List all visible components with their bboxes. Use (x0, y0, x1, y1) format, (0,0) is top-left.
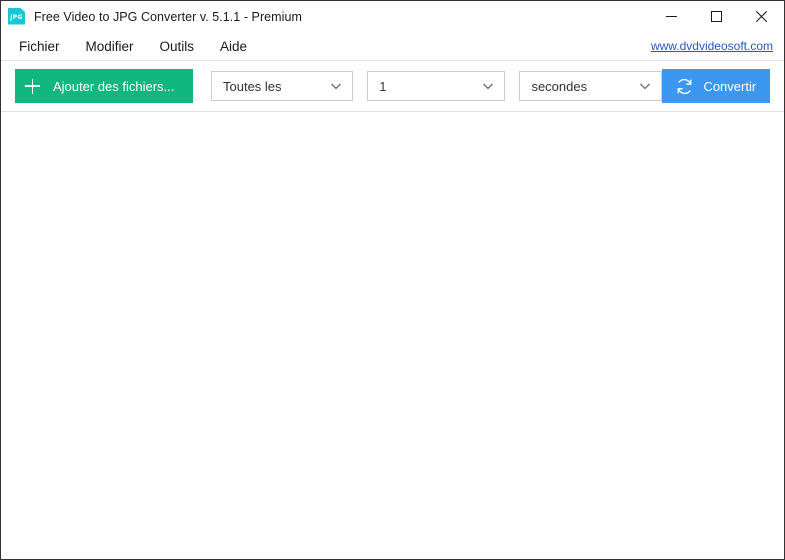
maximize-button[interactable] (694, 1, 739, 32)
title-bar: JPG Free Video to JPG Converter v. 5.1.1… (1, 1, 784, 32)
interval-value: 1 (379, 78, 387, 94)
chevron-down-icon (331, 83, 342, 90)
minimize-icon (666, 16, 677, 17)
menu-item-modifier[interactable]: Modifier (73, 33, 147, 59)
add-files-button-label: Ajouter des fichiers... (53, 78, 175, 94)
chevron-down-icon (639, 83, 650, 90)
toolbar: Ajouter des fichiers... Toutes les 1 sec… (1, 61, 784, 112)
app-icon-label: JPG (10, 13, 23, 21)
convert-button[interactable]: Convertir (661, 69, 770, 103)
interval-unit-select[interactable]: secondes (519, 71, 662, 101)
menu-item-label: Outils (159, 38, 195, 54)
add-files-button[interactable]: Ajouter des fichiers... (15, 69, 193, 103)
maximize-icon (711, 11, 722, 22)
menu-item-aide[interactable]: Aide (207, 33, 260, 59)
menu-item-label: Aide (220, 38, 248, 54)
plus-icon (15, 69, 49, 103)
window-controls (649, 1, 784, 32)
menu-item-label: Fichier (19, 38, 60, 54)
close-button[interactable] (739, 1, 784, 32)
menu-item-label: Modifier (85, 38, 134, 54)
close-icon (756, 11, 767, 22)
menu-bar: Fichier Modifier Outils Aide www.dvdvide… (1, 32, 784, 61)
application-window: JPG Free Video to JPG Converter v. 5.1.1… (0, 0, 785, 560)
menu-item-outils[interactable]: Outils (147, 33, 208, 59)
extraction-mode-select[interactable]: Toutes les (211, 71, 354, 101)
website-link[interactable]: www.dvdvideosoft.com (651, 39, 773, 53)
convert-arrows-icon (678, 78, 692, 94)
minimize-button[interactable] (649, 1, 694, 32)
convert-button-label: Convertir (703, 78, 757, 94)
app-jpg-icon: JPG (8, 7, 26, 26)
file-list-area[interactable] (1, 112, 784, 559)
extraction-mode-value: Toutes les (223, 78, 282, 94)
interval-value-select[interactable]: 1 (367, 71, 506, 101)
window-title: Free Video to JPG Converter v. 5.1.1 - P… (34, 9, 302, 24)
interval-unit-value: secondes (531, 78, 588, 94)
chevron-down-icon (483, 83, 494, 90)
menu-item-fichier[interactable]: Fichier (6, 33, 73, 59)
